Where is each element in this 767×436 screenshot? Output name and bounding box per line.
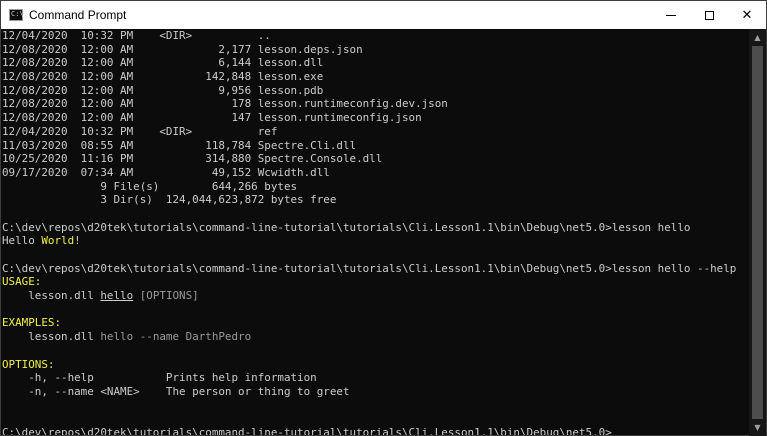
- window-controls: ✕: [652, 1, 766, 29]
- listing-line: 12/08/2020 12:00 AM 9,956 lesson.pdb: [2, 83, 324, 97]
- minimize-icon: [666, 14, 676, 16]
- prompt-path: C:\dev\repos\d20tek\tutorials\command-li…: [2, 425, 612, 435]
- close-button[interactable]: ✕: [728, 1, 766, 29]
- minimize-button[interactable]: [652, 1, 690, 29]
- world-word: World: [41, 234, 75, 248]
- command-prompt-window: C:\. Command Prompt ✕ 12/04/2020 10:32 P…: [0, 0, 767, 436]
- example-dll: lesson.dll: [2, 330, 101, 344]
- scrollbar-thumb[interactable]: [752, 46, 763, 419]
- examples-header: EXAMPLES:: [2, 316, 62, 330]
- hello-word: Hello: [2, 234, 35, 248]
- listing-line: 11/03/2020 08:55 AM 118,784 Spectre.Cli.…: [2, 138, 357, 152]
- maximize-button[interactable]: [690, 1, 728, 29]
- scroll-up-arrow-icon[interactable]: ▲: [749, 29, 766, 46]
- listing-line: 12/08/2020 12:00 AM 2,177 lesson.deps.js…: [2, 42, 363, 56]
- prompt-command-hello: C:\dev\repos\d20tek\tutorials\command-li…: [2, 220, 691, 234]
- console-output[interactable]: 12/04/2020 10:32 PM <DIR> .. 12/08/2020 …: [2, 29, 750, 435]
- maximize-icon: [704, 10, 714, 20]
- window-title: Command Prompt: [29, 8, 127, 22]
- listing-summary-files: 9 File(s) 644,266 bytes: [2, 179, 298, 193]
- listing-line: 12/04/2020 10:32 PM <DIR> ..: [2, 29, 271, 42]
- example-command: hello --name DarthPedro: [100, 330, 252, 344]
- close-icon: ✕: [741, 7, 753, 23]
- prompt-command-help: C:\dev\repos\d20tek\tutorials\command-li…: [2, 261, 737, 275]
- listing-line: 12/08/2020 12:00 AM 142,848 lesson.exe: [2, 70, 324, 84]
- title-bar[interactable]: C:\. Command Prompt ✕: [1, 1, 766, 29]
- usage-header: USAGE:: [2, 275, 42, 289]
- command-prompt-icon[interactable]: C:\.: [9, 9, 28, 21]
- listing-summary-dirs: 3 Dir(s) 124,044,623,872 bytes free: [2, 193, 337, 207]
- usage-dll: lesson.dll: [2, 289, 101, 303]
- exclaim: !: [74, 234, 81, 248]
- listing-line: 12/08/2020 12:00 AM 147 lesson.runtimeco…: [2, 111, 422, 125]
- scroll-down-arrow-icon[interactable]: ▼: [749, 419, 766, 436]
- listing-line: 12/08/2020 12:00 AM 178 lesson.runtimeco…: [2, 97, 448, 111]
- usage-command: hello: [100, 289, 134, 303]
- usage-options: [OPTIONS]: [133, 289, 199, 303]
- listing-line: 10/25/2020 11:16 PM 314,880 Spectre.Cons…: [2, 152, 383, 166]
- example-line: lesson.dll hello --name DarthPedro: [2, 330, 750, 344]
- listing-line: 09/17/2020 07:34 AM 49,152 Wcwidth.dll: [2, 165, 330, 179]
- options-header: OPTIONS:: [2, 357, 55, 371]
- option-name-line: -n, --name <NAME> The person or thing to…: [2, 384, 350, 398]
- usage-line: lesson.dll hello [OPTIONS]: [2, 289, 750, 303]
- hello-output: Hello World!: [2, 234, 750, 248]
- option-help-line: -h, --help Prints help information: [2, 371, 317, 385]
- listing-line: 12/04/2020 10:32 PM <DIR> ref: [2, 124, 278, 138]
- current-prompt[interactable]: C:\dev\repos\d20tek\tutorials\command-li…: [2, 426, 750, 435]
- vertical-scrollbar[interactable]: ▲ ▼: [749, 29, 766, 436]
- listing-line: 12/08/2020 12:00 AM 6,144 lesson.dll: [2, 56, 324, 70]
